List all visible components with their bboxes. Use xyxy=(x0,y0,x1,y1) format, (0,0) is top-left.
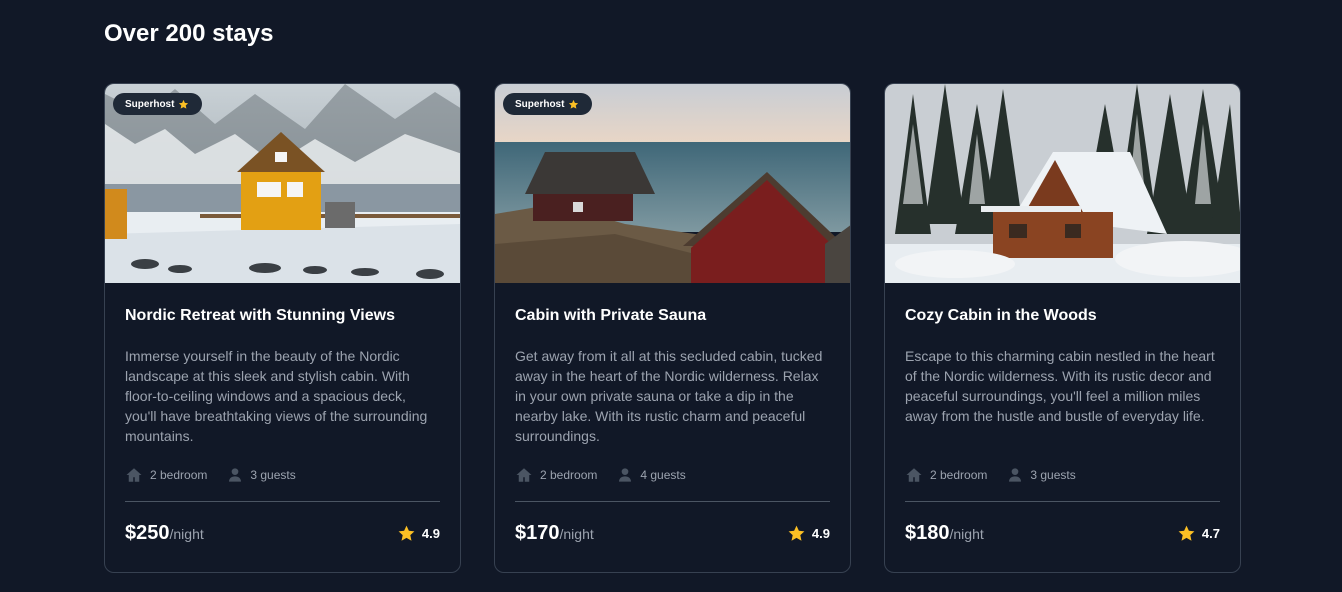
star-icon xyxy=(1178,525,1195,541)
bedrooms-label: 2 bedroom xyxy=(150,468,208,482)
guests-label: 4 guests xyxy=(640,468,686,482)
bedrooms-info: 2 bedroom xyxy=(905,466,987,484)
star-icon xyxy=(179,99,189,109)
user-icon xyxy=(1009,468,1022,482)
price: $180/night xyxy=(905,522,984,545)
card-footer: $170/night 4.9 xyxy=(515,522,830,545)
price-amount: $170 xyxy=(515,522,560,544)
rating: 4.9 xyxy=(787,524,830,543)
price-unit: /night xyxy=(559,526,594,542)
stay-card[interactable]: Cozy Cabin in the Woods Escape to this c… xyxy=(884,83,1241,573)
guests-label: 3 guests xyxy=(250,468,296,482)
listing-description: Immerse yourself in the beauty of the No… xyxy=(125,348,428,444)
listing-title[interactable]: Cabin with Private Sauna xyxy=(515,306,830,326)
price-amount: $180 xyxy=(905,522,950,544)
bedrooms-label: 2 bedroom xyxy=(930,468,988,482)
listing-title[interactable]: Nordic Retreat with Stunning Views xyxy=(125,306,440,326)
stay-card[interactable]: Superhost Cabin with Private Sauna Get a… xyxy=(494,83,851,573)
house-icon xyxy=(516,468,532,482)
page-title: Over 200 stays xyxy=(104,20,274,47)
rating-value: 4.9 xyxy=(811,526,830,541)
price-unit: /night xyxy=(169,526,204,542)
listing-photo[interactable]: Superhost xyxy=(495,84,850,283)
price-amount: $250 xyxy=(125,522,170,544)
star-icon xyxy=(788,525,805,541)
bedrooms-label: 2 bedroom xyxy=(540,468,598,482)
superhost-label: Superhost xyxy=(125,98,175,110)
cabin-in-snowy-forest-photo xyxy=(885,84,1240,283)
bedrooms-info: 2 bedroom xyxy=(515,466,597,484)
listing-meta: 2 bedroom 4 guests xyxy=(515,465,830,485)
superhost-label: Superhost xyxy=(515,98,565,110)
star-icon xyxy=(569,99,579,109)
stay-card[interactable]: Superhost Nordic Retreat with Stunning V… xyxy=(104,83,461,573)
rating-value: 4.7 xyxy=(1201,526,1220,541)
guests-info: 4 guests xyxy=(617,466,686,484)
divider xyxy=(905,501,1220,502)
star-icon xyxy=(398,525,415,541)
card-footer: $250/night 4.9 xyxy=(125,522,440,545)
listing-meta: 2 bedroom 3 guests xyxy=(905,465,1220,485)
guests-info: 3 guests xyxy=(1007,466,1076,484)
listing-description: Get away from it all at this secluded ca… xyxy=(515,348,823,444)
guests-label: 3 guests xyxy=(1030,468,1076,482)
divider xyxy=(125,501,440,502)
price: $170/night xyxy=(515,522,594,545)
price: $250/night xyxy=(125,522,204,545)
listing-photo[interactable] xyxy=(885,84,1240,283)
guests-info: 3 guests xyxy=(227,466,296,484)
user-icon xyxy=(619,468,632,482)
user-icon xyxy=(229,468,242,482)
listing-description: Escape to this charming cabin nestled in… xyxy=(905,348,1215,424)
house-icon xyxy=(906,468,922,482)
listing-meta: 2 bedroom 3 guests xyxy=(125,465,440,485)
stay-card-list: Superhost Nordic Retreat with Stunning V… xyxy=(104,83,1241,573)
listing-photo[interactable]: Superhost xyxy=(105,84,460,283)
rating: 4.9 xyxy=(397,524,440,543)
price-unit: /night xyxy=(949,526,984,542)
listing-title[interactable]: Cozy Cabin in the Woods xyxy=(905,306,1220,326)
house-icon xyxy=(126,468,142,482)
divider xyxy=(515,501,830,502)
bedrooms-info: 2 bedroom xyxy=(125,466,207,484)
card-footer: $180/night 4.7 xyxy=(905,522,1220,545)
superhost-badge: Superhost xyxy=(113,93,203,115)
superhost-badge: Superhost xyxy=(503,93,593,115)
rating: 4.7 xyxy=(1177,524,1220,543)
rating-value: 4.9 xyxy=(421,526,440,541)
